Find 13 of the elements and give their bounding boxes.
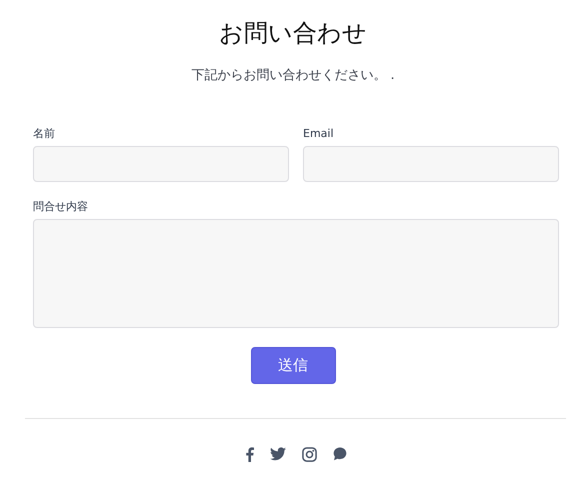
input-field[interactable] [33, 146, 289, 182]
message-field[interactable] [33, 219, 559, 328]
bird-icon[interactable] [270, 447, 286, 461]
page-title: お問い合わせ [219, 18, 367, 48]
field-label: 問合せ内容 [33, 200, 88, 214]
page-subtitle: 下記からお問い合わせください。 . [191, 68, 395, 84]
facebook-icon[interactable] [245, 447, 254, 462]
input-field[interactable] [303, 146, 559, 182]
field-label: 名前 [33, 127, 55, 141]
chat-bubble-icon[interactable] [333, 447, 347, 461]
field-label: Email [303, 127, 334, 141]
camera-icon[interactable] [302, 447, 317, 462]
submit-button[interactable]: 送信 [250, 347, 336, 384]
